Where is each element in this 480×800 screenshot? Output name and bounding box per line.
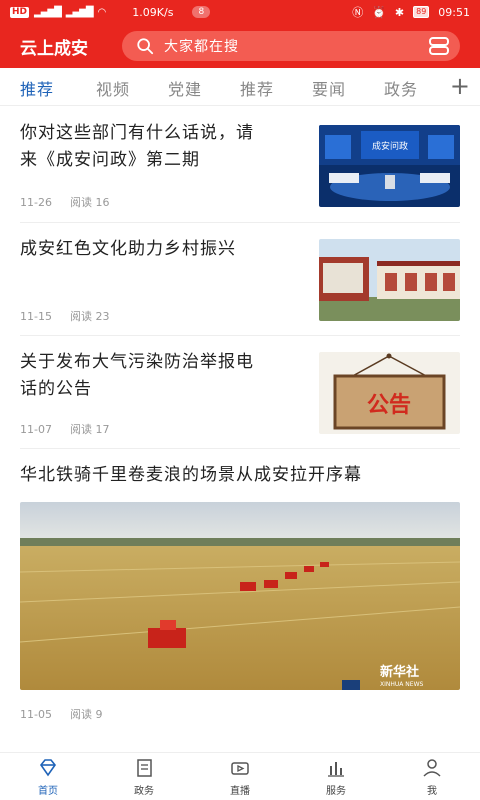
app-header: 云上成安 大家都在搜 [0, 24, 480, 68]
add-tab-button[interactable]: + [450, 72, 470, 100]
clock: 09:51 [438, 5, 470, 19]
battery-icon: 89 [413, 6, 430, 18]
nav-live[interactable]: 直播 [192, 753, 288, 800]
svg-text:XINHUA NEWS: XINHUA NEWS [380, 681, 423, 688]
news-item[interactable]: 你对这些部门有什么话说，请 来《成安问政》第二期 11-26 阅读 16 成安问政 [0, 106, 480, 222]
chart-bars-icon [328, 761, 344, 777]
news-reads: 阅读 9 [69, 708, 103, 721]
nav-home[interactable]: 首页 [0, 753, 96, 800]
news-reads: 阅读 17 [69, 423, 110, 436]
news-item[interactable]: 关于发布大气污染防治举报电 话的公告 11-07 阅读 17 公告 [0, 335, 480, 448]
nfc-icon: Ⓝ [352, 6, 364, 19]
search-placeholder: 大家都在搜 [164, 39, 239, 55]
nav-me[interactable]: 我 [384, 753, 480, 800]
news-item[interactable]: 华北铁骑千里卷麦浪的场景从成安拉开序幕 新华社 XINHUA NEWS 11-0… [0, 448, 480, 738]
tab-recommend-2[interactable]: 推荐 [240, 76, 274, 100]
svg-text:成安问政: 成安问政 [372, 140, 408, 152]
app-title: 云上成安 [20, 38, 88, 59]
net-speed: 1.09K/s [132, 5, 174, 19]
search-bar[interactable]: 大家都在搜 [122, 31, 460, 61]
news-title: 华北铁骑千里卷麦浪的场景从成安拉开序幕 [20, 465, 362, 485]
diamond-icon [40, 758, 56, 776]
news-date: 11-05 [20, 708, 52, 721]
news-meta: 11-05 阅读 9 [20, 706, 102, 722]
nav-label: 服务 [326, 785, 346, 797]
notification-count-badge: 8 [192, 6, 211, 18]
alarm-icon: ⏰ [372, 5, 386, 19]
news-title: 成安红色文化助力乡村振兴 [20, 239, 236, 259]
news-date: 11-15 [20, 310, 52, 323]
news-reads: 阅读 16 [69, 196, 110, 209]
tab-video[interactable]: 视频 [96, 76, 130, 100]
nav-service[interactable]: 服务 [288, 753, 384, 800]
category-tabs: 推荐 视频 党建 推荐 要闻 政务 + [0, 68, 480, 106]
news-meta: 11-15 阅读 23 [20, 308, 109, 324]
nav-label: 政务 [134, 785, 154, 797]
scan-icon[interactable] [428, 36, 450, 56]
svg-text:新华社: 新华社 [380, 664, 419, 680]
news-thumbnail [319, 239, 460, 321]
signal-icon-2: ▂▄▆█ [65, 6, 94, 18]
tab-government[interactable]: 政务 [384, 76, 418, 100]
news-date: 11-07 [20, 423, 52, 436]
document-icon [137, 758, 152, 777]
search-icon [137, 38, 154, 55]
news-thumbnail: 成安问政 [319, 125, 460, 207]
news-large-image: 新华社 XINHUA NEWS [20, 502, 460, 690]
news-title: 关于发布大气污染防治举报电 话的公告 [20, 352, 254, 399]
status-bar: HD ▂▄▆█ ▂▄▆█ ◠ 1.09K/s 8 Ⓝ ⏰ ✱ 89 09:51 [0, 0, 480, 24]
tab-recommend[interactable]: 推荐 [20, 76, 54, 100]
svg-text:公告: 公告 [367, 393, 411, 418]
signal-icon: ▂▄▆█ [34, 6, 62, 18]
bottom-nav: 首页 政务 直播 服务 我 [0, 752, 480, 800]
news-meta: 11-07 阅读 17 [20, 421, 109, 437]
news-reads: 阅读 23 [69, 310, 110, 323]
news-thumbnail: 公告 [319, 352, 460, 434]
nav-label: 我 [427, 785, 437, 797]
bluetooth-icon: ✱ [394, 5, 405, 19]
tab-party-building[interactable]: 党建 [168, 76, 202, 100]
news-item[interactable]: 成安红色文化助力乡村振兴 11-15 阅读 23 [0, 222, 480, 335]
news-title: 你对这些部门有什么话说，请 来《成安问政》第二期 [20, 123, 254, 170]
nav-label: 直播 [230, 785, 250, 797]
news-date: 11-26 [20, 196, 52, 209]
nav-label: 首页 [38, 785, 58, 797]
wifi-icon: ◠ [97, 6, 107, 18]
nav-government[interactable]: 政务 [96, 753, 192, 800]
video-icon [231, 761, 249, 775]
person-icon [423, 758, 441, 777]
tab-headlines[interactable]: 要闻 [312, 76, 346, 100]
news-meta: 11-26 阅读 16 [20, 194, 109, 210]
hd-badge: HD [10, 6, 30, 18]
